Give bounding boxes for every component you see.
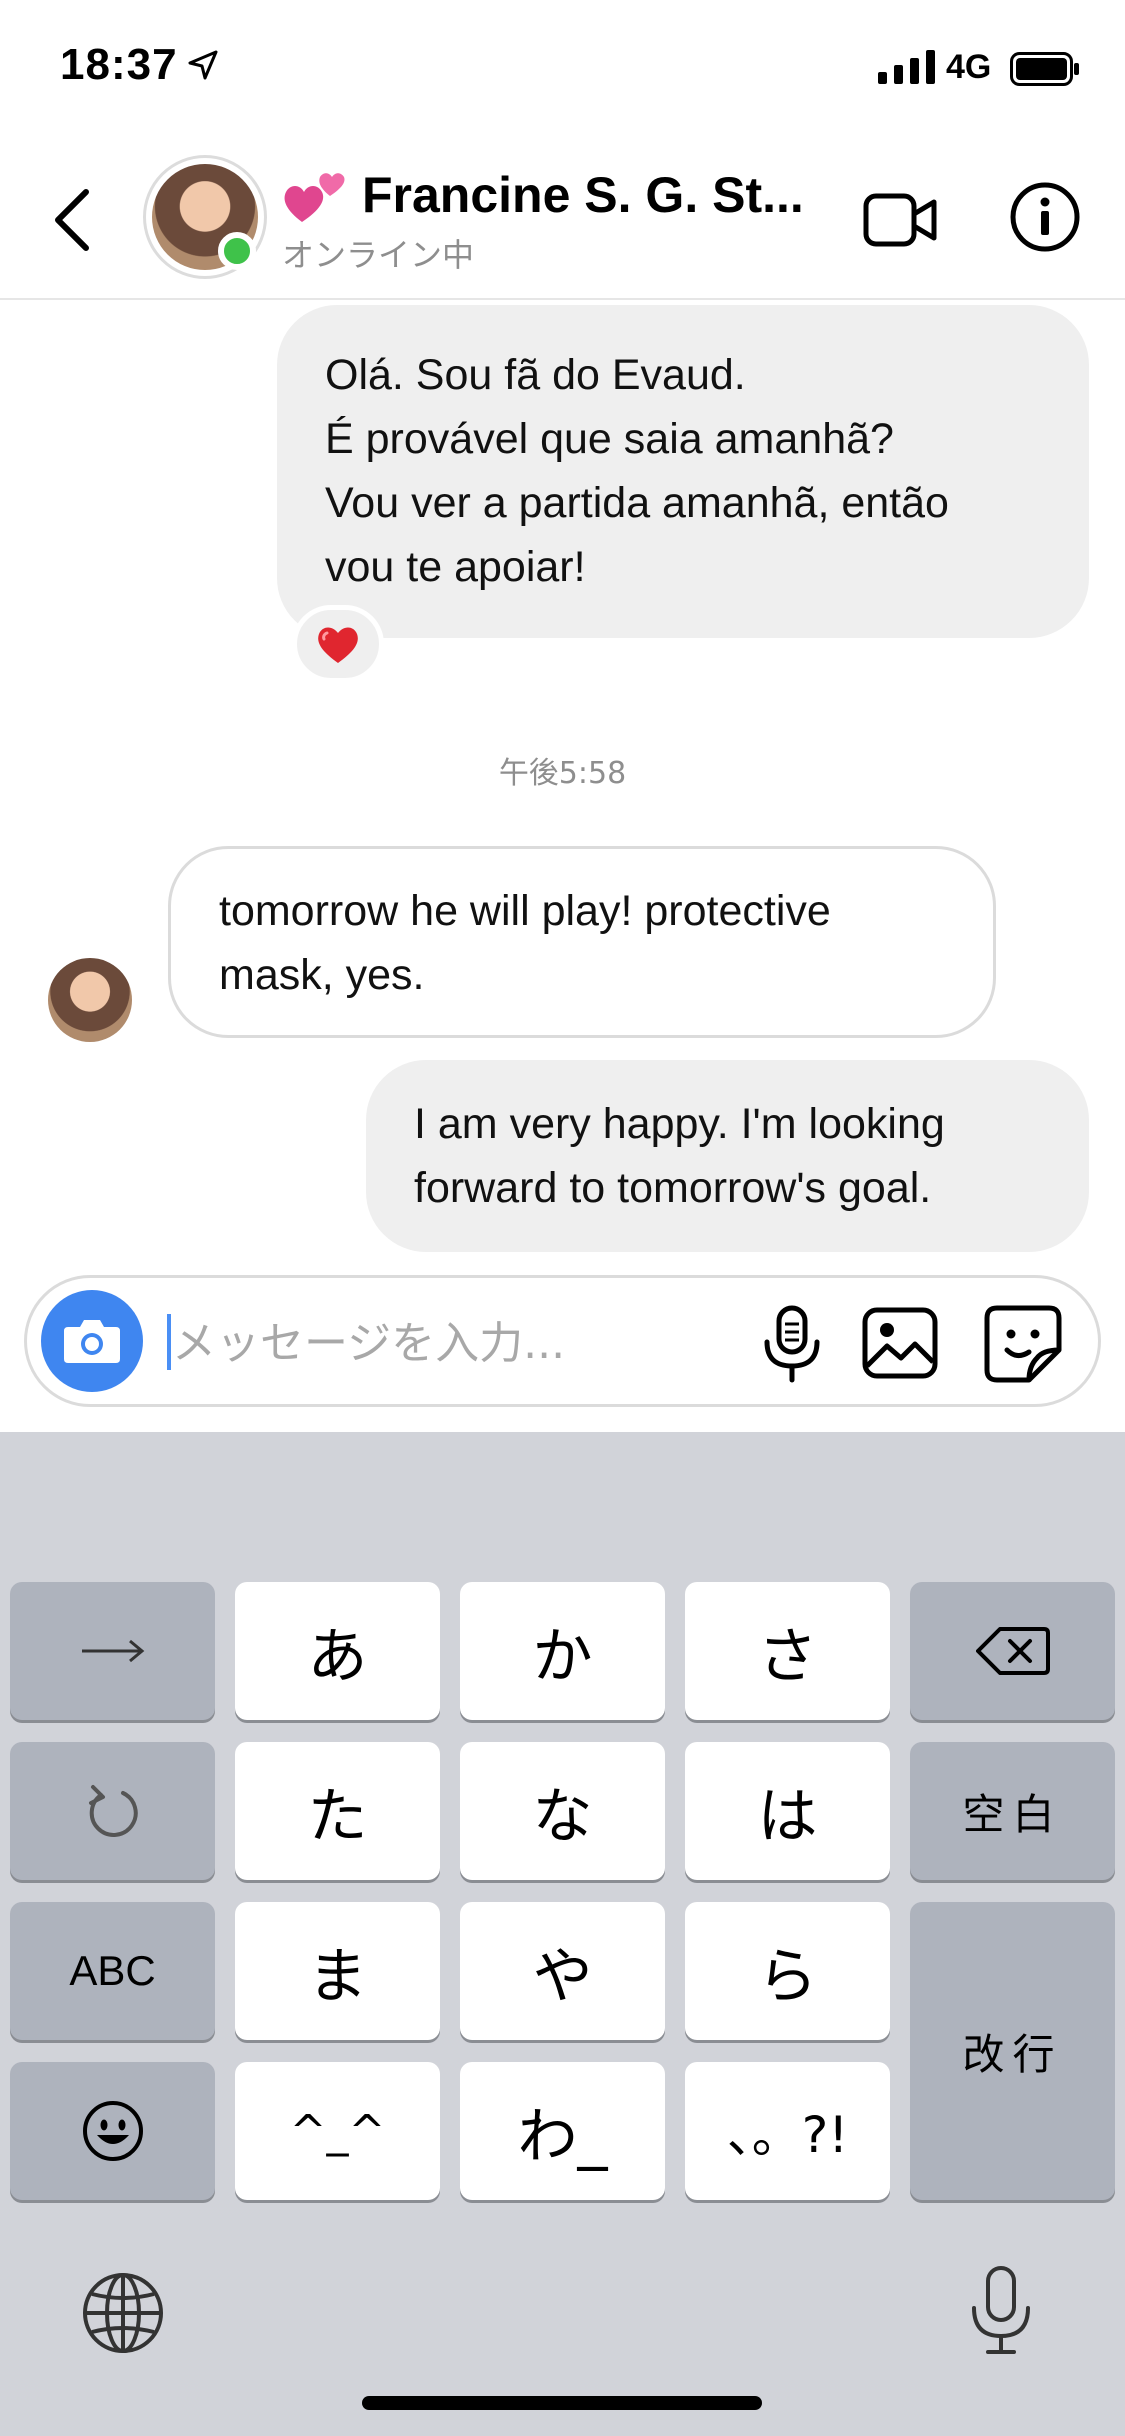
- status-time: 18:37: [60, 40, 178, 89]
- key-punctuation[interactable]: 、。?!: [685, 2062, 890, 2200]
- undo-icon: [88, 1785, 138, 1837]
- message-input[interactable]: [172, 1308, 732, 1378]
- globe-icon[interactable]: [80, 2270, 166, 2356]
- video-call-icon[interactable]: [862, 182, 938, 258]
- heart-reaction-icon: [318, 627, 358, 663]
- key-ka[interactable]: か: [460, 1582, 665, 1720]
- message-composer: [24, 1275, 1101, 1407]
- location-arrow-icon: [188, 50, 218, 80]
- key-emoji[interactable]: [10, 2062, 215, 2200]
- key-delete[interactable]: [910, 1582, 1115, 1720]
- message-line: mask, yes.: [219, 951, 425, 999]
- camera-button[interactable]: [41, 1290, 143, 1392]
- info-icon[interactable]: [1008, 180, 1082, 254]
- microphone-icon[interactable]: [757, 1304, 827, 1384]
- hearts-emoji-icon: [284, 173, 345, 222]
- key-a[interactable]: あ: [235, 1582, 440, 1720]
- key-ma[interactable]: ま: [235, 1902, 440, 2040]
- message-line: Vou ver a partida amanhã, então: [325, 479, 949, 527]
- online-indicator: [218, 232, 256, 270]
- outgoing-message[interactable]: Olá. Sou fã do Evaud. É provável que sai…: [277, 305, 1089, 638]
- sticker-icon[interactable]: [983, 1304, 1063, 1384]
- key-undo[interactable]: [10, 1742, 215, 1880]
- key-ta[interactable]: た: [235, 1742, 440, 1880]
- delete-icon: [975, 1627, 1050, 1675]
- key-ya[interactable]: や: [460, 1902, 665, 2040]
- message-line: É provável que saia amanhã?: [325, 415, 894, 463]
- reaction-badge[interactable]: [292, 605, 384, 683]
- key-kaomoji[interactable]: ^_^: [235, 2062, 440, 2200]
- key-na[interactable]: な: [460, 1742, 665, 1880]
- contact-name[interactable]: Francine S. G. St...: [362, 166, 804, 224]
- message-line: Olá. Sou fã do Evaud.: [325, 351, 746, 399]
- message-line: vou te apoiar!: [325, 543, 586, 591]
- key-ra[interactable]: ら: [685, 1902, 890, 2040]
- key-sa[interactable]: さ: [685, 1582, 890, 1720]
- emoji-icon: [82, 2101, 143, 2161]
- camera-icon: [64, 1320, 120, 1363]
- key-wa[interactable]: わ_: [460, 2062, 665, 2200]
- text-caret: [167, 1314, 171, 1370]
- key-ha[interactable]: は: [685, 1742, 890, 1880]
- key-next-arrow[interactable]: [10, 1582, 215, 1720]
- incoming-message[interactable]: tomorrow he will play! protective mask, …: [168, 846, 996, 1038]
- signal-icon: [878, 50, 935, 84]
- home-indicator[interactable]: [362, 2396, 762, 2410]
- message-line: tomorrow he will play! protective: [219, 887, 831, 935]
- dictation-mic-icon[interactable]: [966, 2264, 1036, 2358]
- chat-header: Francine S. G. St... オンライン中: [0, 140, 1125, 300]
- outgoing-message[interactable]: I am very happy. I'm looking forward to …: [366, 1060, 1089, 1252]
- key-space[interactable]: 空白: [910, 1742, 1115, 1880]
- contact-status: オンライン中: [282, 236, 475, 274]
- battery-icon: [1010, 52, 1079, 86]
- sender-avatar[interactable]: [48, 958, 132, 1042]
- arrow-right-icon: [81, 1639, 144, 1663]
- key-return[interactable]: 改行: [910, 1902, 1115, 2200]
- message-line: forward to tomorrow's goal.: [414, 1164, 932, 1212]
- message-timestamp: 午後5:58: [498, 756, 627, 791]
- message-line: I am very happy. I'm looking: [414, 1100, 945, 1148]
- network-type: 4G: [946, 48, 992, 86]
- status-bar: 18:37 4G: [0, 0, 1125, 140]
- key-abc[interactable]: ABC: [10, 1902, 215, 2040]
- chevron-left-icon[interactable]: [44, 180, 104, 260]
- gallery-icon[interactable]: [861, 1306, 939, 1380]
